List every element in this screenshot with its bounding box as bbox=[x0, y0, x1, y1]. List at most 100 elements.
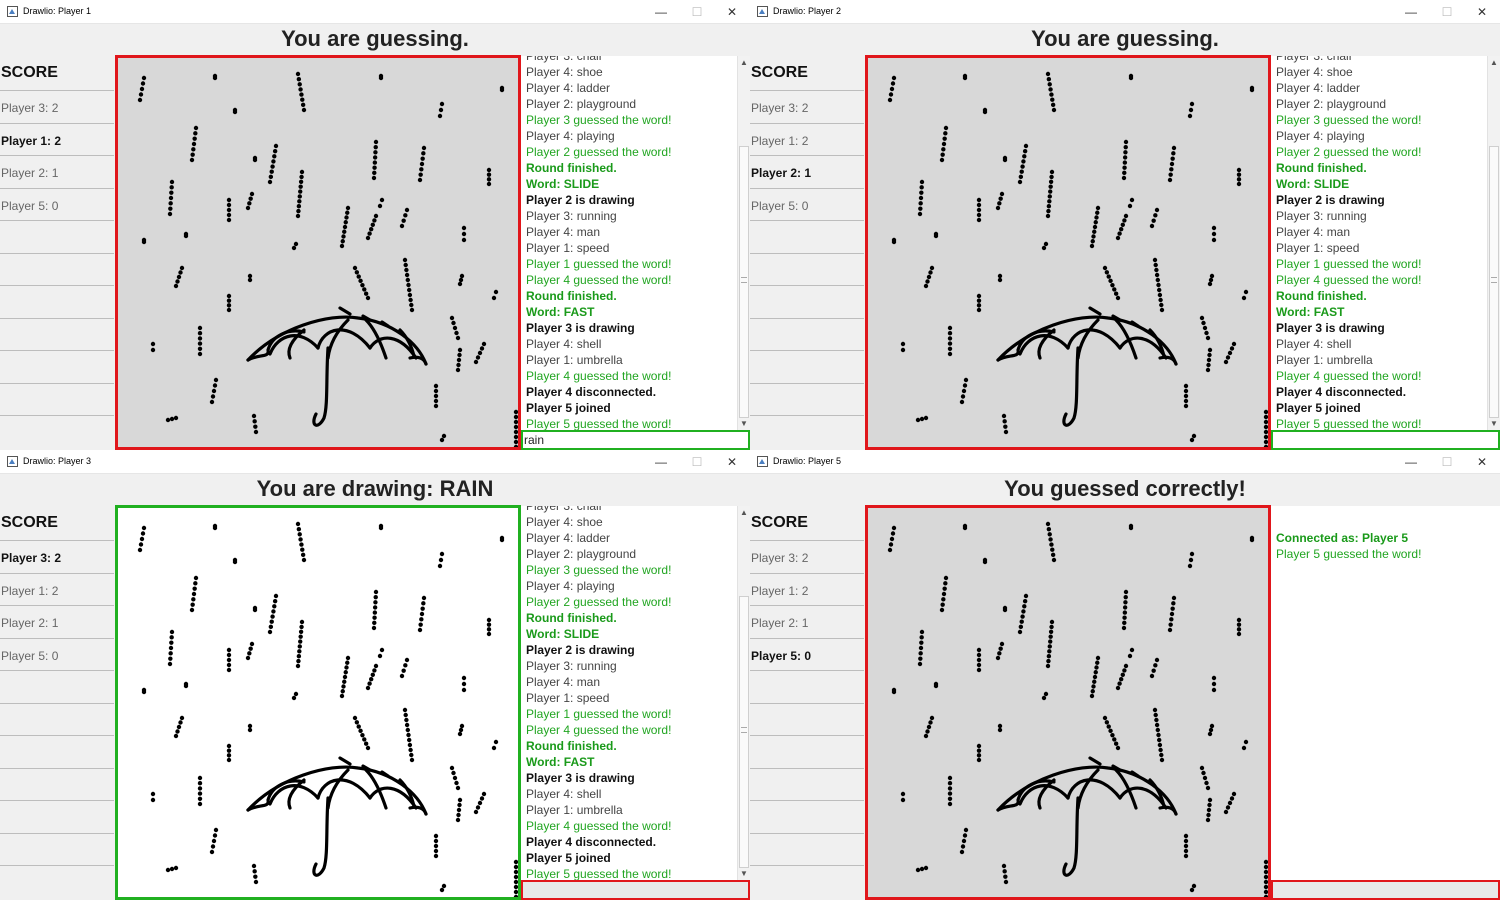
rain-dot bbox=[365, 745, 371, 751]
rain-dot bbox=[1154, 717, 1159, 723]
title-bar[interactable]: Drawlio: Player 2 — ☐ ✕ bbox=[750, 0, 1500, 24]
umbrella-stroke bbox=[338, 306, 352, 316]
rain-dot bbox=[1048, 629, 1054, 634]
maximize-button[interactable]: ☐ bbox=[681, 2, 713, 22]
rain-dot bbox=[270, 164, 275, 169]
guess-input[interactable] bbox=[1271, 880, 1500, 900]
scroll-down-icon[interactable]: ▼ bbox=[740, 419, 748, 428]
rain-dot bbox=[461, 687, 467, 693]
rain-dot bbox=[344, 215, 349, 220]
rain-dot bbox=[197, 786, 203, 791]
minimize-button[interactable]: — bbox=[1395, 2, 1427, 22]
rain-dot bbox=[1046, 76, 1052, 82]
scroll-thumb[interactable] bbox=[739, 146, 749, 418]
rain-dot bbox=[406, 732, 411, 738]
rain-dot bbox=[947, 791, 953, 796]
rain-dot bbox=[513, 864, 518, 870]
title-bar[interactable]: Drawlio: Player 5 — ☐ ✕ bbox=[750, 450, 1500, 474]
rain-dot bbox=[1090, 239, 1095, 244]
score-entry: Player 5: 0 bbox=[751, 648, 812, 663]
rain-dot bbox=[941, 597, 946, 602]
rain-dot bbox=[372, 155, 378, 160]
score-row bbox=[750, 220, 864, 252]
rain-dot bbox=[486, 177, 492, 182]
chat-message: Player 4: man bbox=[526, 225, 601, 239]
drawing-canvas[interactable] bbox=[115, 55, 521, 450]
rain-dot bbox=[1047, 644, 1052, 649]
scroll-up-icon[interactable]: ▲ bbox=[1490, 58, 1498, 67]
rain-dot bbox=[1204, 330, 1209, 336]
rain-dot bbox=[169, 190, 174, 195]
title-bar[interactable]: Drawlio: Player 1 — ☐ ✕ bbox=[0, 0, 750, 24]
rain-dot bbox=[300, 102, 306, 108]
rain-dot bbox=[1225, 805, 1231, 810]
rain-dot bbox=[273, 593, 279, 599]
chat-message: Player 1: umbrella bbox=[526, 353, 623, 367]
rain-dot bbox=[404, 267, 409, 273]
rain-dot bbox=[1048, 639, 1053, 644]
rain-dot bbox=[150, 341, 156, 347]
rain-dot bbox=[296, 208, 301, 214]
guess-input[interactable] bbox=[521, 430, 750, 450]
minimize-button[interactable]: — bbox=[645, 452, 677, 472]
rain-dot bbox=[213, 827, 219, 833]
scroll-down-icon[interactable]: ▼ bbox=[1490, 419, 1498, 428]
rain-dot bbox=[372, 605, 378, 610]
guess-input[interactable] bbox=[521, 880, 750, 900]
scroll-thumb[interactable] bbox=[739, 596, 749, 868]
rain-dot bbox=[1049, 169, 1055, 175]
rain-dot bbox=[272, 604, 277, 609]
rain-dot bbox=[513, 444, 518, 447]
rain-dot bbox=[212, 75, 218, 81]
rain-dot bbox=[301, 557, 307, 563]
close-button[interactable]: ✕ bbox=[1466, 2, 1498, 22]
rain-dot bbox=[891, 239, 897, 245]
close-button[interactable]: ✕ bbox=[716, 2, 748, 22]
scroll-thumb[interactable] bbox=[1489, 146, 1499, 418]
close-button[interactable]: ✕ bbox=[1466, 452, 1498, 472]
close-button[interactable]: ✕ bbox=[716, 452, 748, 472]
rain-dot bbox=[298, 629, 304, 634]
chat-message: Player 3: chair bbox=[526, 506, 603, 513]
score-row: Player 5: 0 bbox=[750, 187, 864, 220]
rain-dot bbox=[1117, 681, 1122, 686]
rain-dot bbox=[995, 655, 1001, 661]
minimize-button[interactable]: — bbox=[645, 2, 677, 22]
scroll-down-icon[interactable]: ▼ bbox=[740, 869, 748, 878]
rain-dot bbox=[458, 727, 464, 733]
title-bar[interactable]: Drawlio: Player 3 — ☐ ✕ bbox=[0, 450, 750, 474]
maximize-button[interactable]: ☐ bbox=[1431, 2, 1463, 22]
score-panel: SCORE Player 3: 2 Player 1: 2 Player 2: 1 P… bbox=[0, 56, 114, 450]
rain-dot bbox=[370, 222, 375, 227]
rain-dot bbox=[961, 838, 967, 844]
rain-dot bbox=[439, 551, 445, 557]
rain-dot bbox=[1207, 281, 1213, 287]
maximize-button[interactable]: ☐ bbox=[681, 452, 713, 472]
rain-dot bbox=[268, 174, 274, 180]
score-row bbox=[0, 285, 114, 317]
rain-dot bbox=[439, 437, 445, 443]
drawing-canvas[interactable] bbox=[865, 55, 1271, 450]
chat-scrollbar[interactable]: ▲ ▼ bbox=[737, 506, 750, 880]
maximize-button[interactable]: ☐ bbox=[1431, 452, 1463, 472]
chat-message: Player 2 guessed the word! bbox=[526, 595, 672, 609]
rain-dot bbox=[459, 273, 465, 279]
rain-dot bbox=[226, 202, 232, 208]
chat-scrollbar[interactable]: ▲ ▼ bbox=[737, 56, 750, 430]
drawing-canvas[interactable] bbox=[865, 505, 1271, 900]
rain-dot bbox=[179, 715, 185, 721]
scroll-up-icon[interactable]: ▲ bbox=[740, 58, 748, 67]
umbrella-stroke bbox=[1066, 778, 1122, 800]
rain-dot bbox=[212, 833, 218, 838]
rain-dot bbox=[1157, 742, 1163, 748]
chat-scrollbar[interactable]: ▲ ▼ bbox=[1487, 56, 1500, 430]
scroll-up-icon[interactable]: ▲ bbox=[740, 508, 748, 517]
guess-input[interactable] bbox=[1271, 430, 1500, 450]
minimize-button[interactable]: — bbox=[1395, 452, 1427, 472]
drawing-canvas[interactable] bbox=[115, 505, 521, 900]
rain-dot bbox=[419, 611, 425, 617]
rain-dot bbox=[1123, 600, 1128, 605]
rain-dot bbox=[1189, 887, 1195, 893]
rain-dot bbox=[1045, 71, 1051, 77]
umbrella-stroke bbox=[1158, 805, 1178, 816]
